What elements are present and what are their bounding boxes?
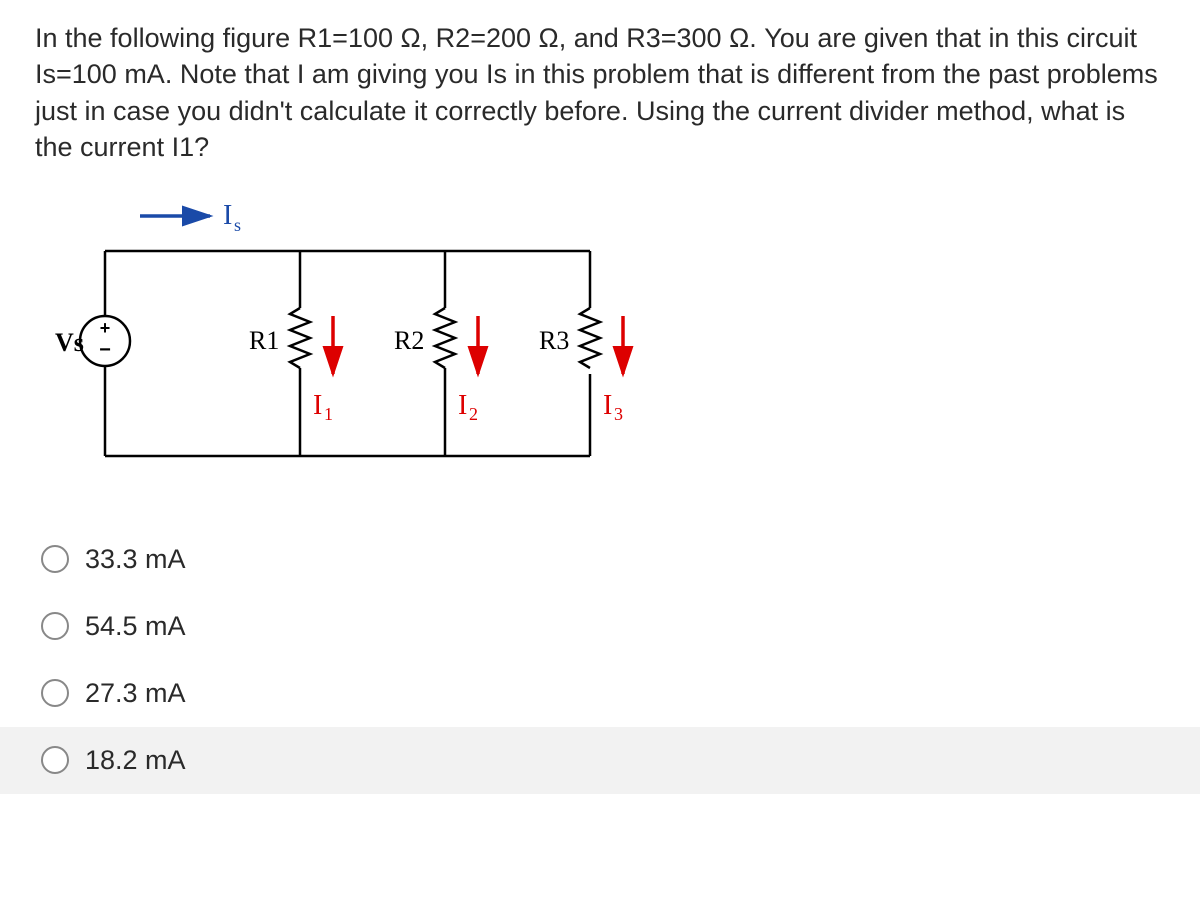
svg-text:+: + [100,318,111,338]
svg-text:I: I [603,390,612,421]
option-label: 33.3 mA [85,544,186,575]
svg-text:−: − [99,339,111,361]
source-label: Vs [55,328,84,357]
r3-label: R3 [539,326,569,355]
option-d[interactable]: 18.2 mA [0,727,1200,794]
circuit-diagram: I s + − Vs R1 I 1 R2 I 2 R3 I 3 [35,196,1165,496]
r2-label: R2 [394,326,424,355]
answer-options: 33.3 mA 54.5 mA 27.3 mA 18.2 mA [35,526,1165,794]
svg-text:3: 3 [614,404,623,424]
svg-text:I: I [313,390,322,421]
option-label: 27.3 mA [85,678,186,709]
option-c[interactable]: 27.3 mA [35,660,1165,727]
radio-icon [41,612,69,640]
svg-text:I: I [458,390,467,421]
radio-icon [41,746,69,774]
option-b[interactable]: 54.5 mA [35,593,1165,660]
svg-text:1: 1 [324,404,333,424]
svg-text:I: I [223,200,232,231]
radio-icon [41,545,69,573]
svg-text:s: s [234,215,241,235]
question-text: In the following figure R1=100 Ω, R2=200… [35,20,1165,166]
option-label: 18.2 mA [85,745,186,776]
radio-icon [41,679,69,707]
r1-label: R1 [249,326,279,355]
svg-text:2: 2 [469,404,478,424]
option-label: 54.5 mA [85,611,186,642]
option-a[interactable]: 33.3 mA [35,526,1165,593]
